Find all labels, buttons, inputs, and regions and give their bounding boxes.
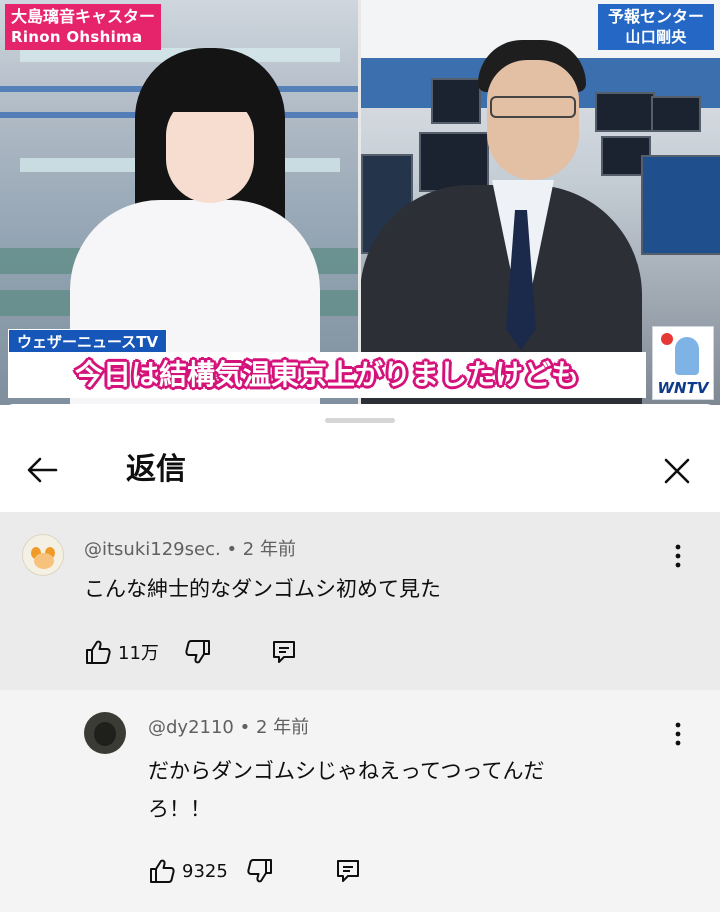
- forecaster-glasses: [490, 96, 576, 118]
- comment-meta: @dy2110 • 2 年前: [148, 717, 310, 738]
- thumb-down-icon: [185, 640, 210, 664]
- mascot-icon: [675, 337, 699, 375]
- comment-icon: [337, 860, 359, 882]
- channel-label: ウェザーニュースTV: [8, 329, 168, 353]
- channel-logo: WNTV: [652, 326, 714, 400]
- like-count: 11万: [118, 643, 159, 664]
- comment-text: だからダンゴムシじゃねえってつってんだ ろ！！: [148, 759, 545, 821]
- thumb-down-icon: [247, 859, 272, 883]
- avatar[interactable]: [84, 712, 126, 754]
- comment-age: 2 年前: [242, 539, 296, 560]
- like-button[interactable]: 11万: [84, 637, 159, 667]
- subtitle-caption: 今日は結構気温東京上がりましたけども: [74, 358, 579, 391]
- like-count: 9325: [182, 860, 228, 882]
- drag-handle[interactable]: [325, 418, 395, 423]
- comment-icon: [273, 641, 295, 663]
- reply-button[interactable]: [270, 637, 298, 667]
- more-vert-icon[interactable]: [666, 720, 690, 748]
- comment-username[interactable]: @itsuki129sec.: [84, 539, 221, 560]
- thumb-up-icon: [150, 859, 175, 883]
- sheet-header: 返信: [0, 436, 720, 508]
- video-player[interactable]: 大島璃音キャスター Rinon Ohshima 予報センター 山口剛央 ウェザー…: [0, 0, 720, 405]
- reply-comment: @dy2110 • 2 年前 だからダンゴムシじゃねえってつってんだ ろ！！ 9…: [0, 690, 720, 912]
- comment-meta: @itsuki129sec. • 2 年前: [84, 539, 296, 560]
- close-icon[interactable]: [656, 450, 698, 492]
- parent-comment: @itsuki129sec. • 2 年前 こんな紳士的なダンゴムシ初めて見た …: [0, 512, 720, 690]
- avatar[interactable]: [22, 534, 64, 576]
- comment-username[interactable]: @dy2110: [148, 717, 234, 738]
- forecaster-face: [487, 60, 579, 180]
- arrow-left-icon[interactable]: [22, 450, 62, 490]
- more-vert-icon[interactable]: [666, 542, 690, 570]
- sheet-title: 返信: [126, 452, 186, 487]
- like-button[interactable]: 9325: [148, 856, 228, 886]
- sun-icon: [661, 333, 673, 345]
- comment-age: 2 年前: [255, 717, 310, 738]
- reply-button[interactable]: [334, 856, 362, 886]
- thumb-up-icon: [86, 640, 111, 664]
- forecaster-name-tag: 予報センター 山口剛央: [597, 4, 714, 50]
- comment-text: こんな紳士的なダンゴムシ初めて見た: [84, 577, 441, 601]
- dislike-button[interactable]: [246, 856, 274, 886]
- presenter-name-tag: 大島璃音キャスター Rinon Ohshima: [5, 4, 162, 50]
- replies-sheet: 返信 @itsuki129sec. • 2 年前 こんな紳士的なダンゴムシ初めて…: [0, 404, 720, 912]
- dislike-button[interactable]: [184, 637, 212, 667]
